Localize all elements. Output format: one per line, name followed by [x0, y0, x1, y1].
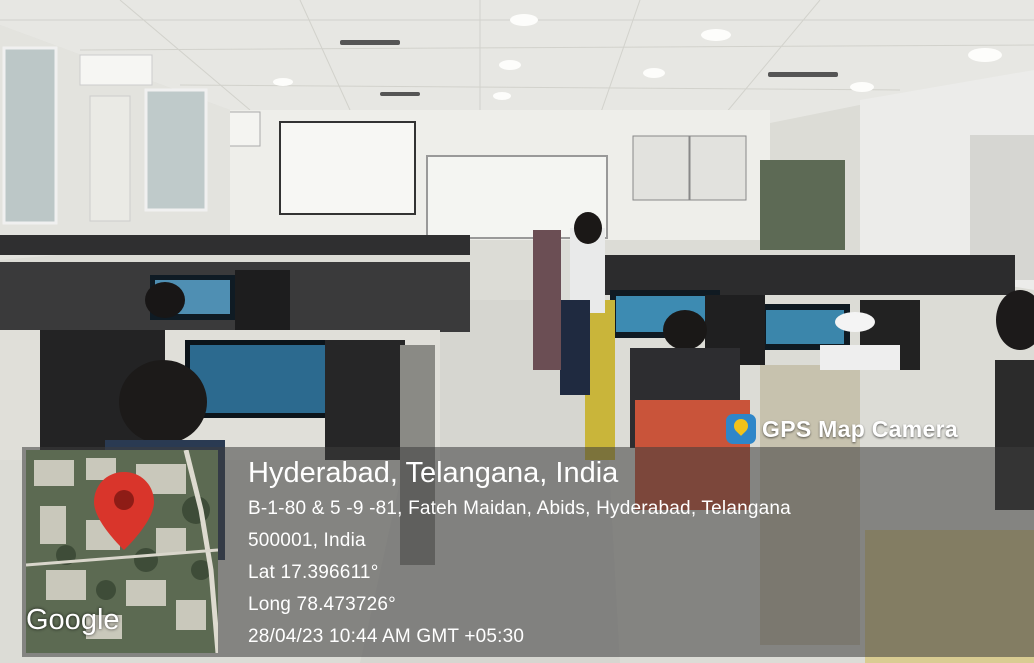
google-logo: Google [26, 604, 120, 636]
gps-map-camera-icon [726, 414, 756, 444]
longitude: Long 78.473726° [248, 594, 396, 615]
gps-map-camera-badge: GPS Map Camera [726, 411, 958, 447]
location-city: Hyderabad, Telangana, India [248, 457, 619, 489]
address-line-2: 500001, India [248, 530, 366, 551]
location-details: Hyderabad, Telangana, India B-1-80 & 5 -… [248, 455, 791, 653]
address-line-1: B-1-80 & 5 -9 -81, Fateh Maidan, Abids, … [248, 498, 791, 519]
datetime: 28/04/23 10:44 AM GMT +05:30 [248, 626, 525, 647]
latitude: Lat 17.396611° [248, 562, 379, 583]
badge-label: GPS Map Camera [762, 415, 958, 442]
